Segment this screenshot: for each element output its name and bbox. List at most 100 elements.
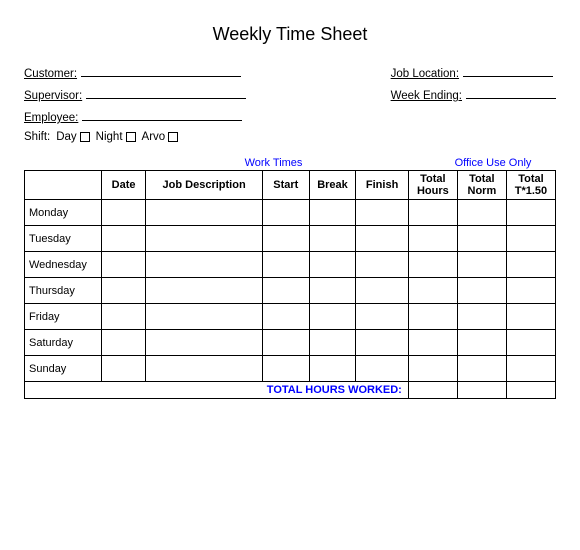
data-cell[interactable]: [309, 252, 356, 278]
supervisor-label: Supervisor:: [24, 90, 82, 102]
data-cell[interactable]: [309, 226, 356, 252]
shift-night-label: Night: [96, 131, 123, 143]
col-header-day: [25, 171, 102, 200]
data-cell[interactable]: [101, 278, 145, 304]
col-header-total-t150: Total T*1.50: [506, 171, 555, 200]
data-cell[interactable]: [146, 252, 263, 278]
employee-input[interactable]: [82, 107, 242, 121]
data-cell[interactable]: [506, 252, 555, 278]
data-cell[interactable]: [101, 356, 145, 382]
week-ending-input[interactable]: [466, 85, 556, 99]
col-header-jobdesc: Job Description: [146, 171, 263, 200]
data-cell[interactable]: [309, 200, 356, 226]
table-header-row: Date Job Description Start Break Finish …: [25, 171, 556, 200]
employee-label: Employee:: [24, 112, 78, 124]
shift-day-label: Day: [56, 131, 76, 143]
day-cell: Wednesday: [25, 252, 102, 278]
office-use-header: Office Use Only: [430, 157, 556, 169]
data-cell[interactable]: [408, 356, 457, 382]
data-cell[interactable]: [309, 304, 356, 330]
job-location-input[interactable]: [463, 63, 553, 77]
data-cell[interactable]: [457, 226, 506, 252]
data-cell[interactable]: [457, 200, 506, 226]
job-location-label: Job Location:: [391, 68, 459, 80]
data-cell[interactable]: [506, 304, 555, 330]
data-cell[interactable]: [309, 278, 356, 304]
data-cell[interactable]: [506, 356, 555, 382]
day-cell: Friday: [25, 304, 102, 330]
table-row: Friday: [25, 304, 556, 330]
data-cell[interactable]: [506, 278, 555, 304]
data-cell[interactable]: [262, 304, 309, 330]
data-cell[interactable]: [262, 226, 309, 252]
data-cell[interactable]: [457, 252, 506, 278]
data-cell[interactable]: [356, 278, 409, 304]
data-cell[interactable]: [101, 226, 145, 252]
shift-arvo-checkbox[interactable]: [168, 132, 178, 142]
day-cell: Monday: [25, 200, 102, 226]
data-cell[interactable]: [506, 200, 555, 226]
data-cell[interactable]: [101, 252, 145, 278]
data-cell[interactable]: [457, 278, 506, 304]
customer-input[interactable]: [81, 63, 241, 77]
total-row: TOTAL HOURS WORKED:: [25, 382, 556, 399]
data-cell[interactable]: [356, 200, 409, 226]
data-cell[interactable]: [101, 304, 145, 330]
day-cell: Thursday: [25, 278, 102, 304]
table-row: Sunday: [25, 356, 556, 382]
data-cell[interactable]: [262, 330, 309, 356]
shift-night-checkbox[interactable]: [126, 132, 136, 142]
data-cell[interactable]: [408, 252, 457, 278]
data-cell[interactable]: [457, 304, 506, 330]
data-cell[interactable]: [356, 330, 409, 356]
data-cell[interactable]: [262, 200, 309, 226]
data-cell[interactable]: [146, 356, 263, 382]
col-header-finish: Finish: [356, 171, 409, 200]
table-row: Saturday: [25, 330, 556, 356]
col-header-total-norm: Total Norm: [457, 171, 506, 200]
col-header-date: Date: [101, 171, 145, 200]
data-cell[interactable]: [356, 356, 409, 382]
data-cell[interactable]: [262, 278, 309, 304]
data-cell[interactable]: [506, 330, 555, 356]
week-ending-label: Week Ending:: [391, 90, 462, 102]
data-cell[interactable]: [309, 330, 356, 356]
table-row: Monday: [25, 200, 556, 226]
supervisor-input[interactable]: [86, 85, 246, 99]
day-cell: Tuesday: [25, 226, 102, 252]
timesheet-table: Date Job Description Start Break Finish …: [24, 170, 556, 399]
shift-label: Shift:: [24, 131, 50, 143]
data-cell[interactable]: [408, 330, 457, 356]
data-cell[interactable]: [408, 278, 457, 304]
day-cell: Saturday: [25, 330, 102, 356]
data-cell[interactable]: [262, 252, 309, 278]
data-cell[interactable]: [457, 330, 506, 356]
shift-day-checkbox[interactable]: [80, 132, 90, 142]
data-cell[interactable]: [356, 304, 409, 330]
col-header-start: Start: [262, 171, 309, 200]
data-cell[interactable]: [101, 200, 145, 226]
total-value-cell[interactable]: [506, 382, 555, 399]
table-row: Thursday: [25, 278, 556, 304]
col-header-break: Break: [309, 171, 356, 200]
data-cell[interactable]: [146, 200, 263, 226]
data-cell[interactable]: [309, 356, 356, 382]
data-cell[interactable]: [457, 356, 506, 382]
total-value-cell[interactable]: [457, 382, 506, 399]
col-header-total-hours: Total Hours: [408, 171, 457, 200]
data-cell[interactable]: [356, 226, 409, 252]
data-cell[interactable]: [408, 226, 457, 252]
data-cell[interactable]: [146, 278, 263, 304]
shift-arvo-label: Arvo: [142, 131, 166, 143]
data-cell[interactable]: [506, 226, 555, 252]
data-cell[interactable]: [408, 304, 457, 330]
data-cell[interactable]: [146, 330, 263, 356]
data-cell[interactable]: [262, 356, 309, 382]
data-cell[interactable]: [146, 304, 263, 330]
above-table-labels: Work Times Office Use Only: [24, 157, 556, 169]
total-value-cell[interactable]: [408, 382, 457, 399]
data-cell[interactable]: [146, 226, 263, 252]
data-cell[interactable]: [101, 330, 145, 356]
data-cell[interactable]: [356, 252, 409, 278]
data-cell[interactable]: [408, 200, 457, 226]
